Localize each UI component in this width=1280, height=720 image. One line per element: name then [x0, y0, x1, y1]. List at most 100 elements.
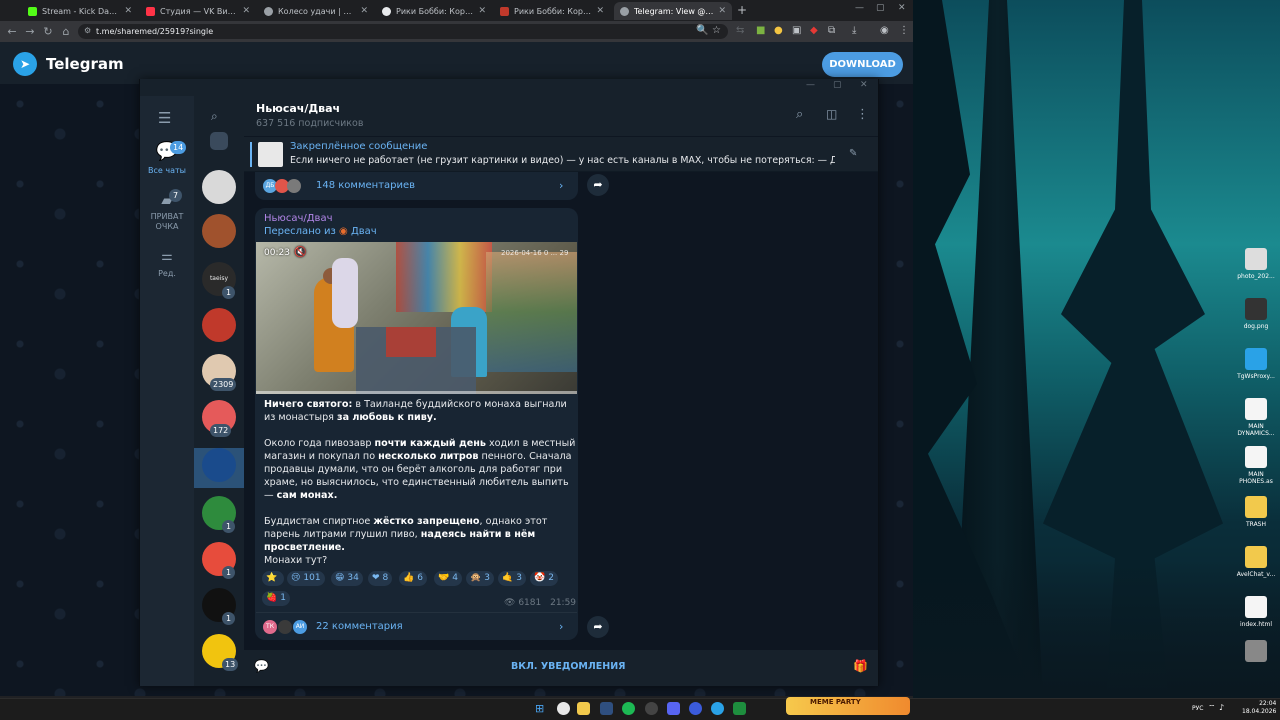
minimize-icon[interactable]: — [806, 80, 815, 90]
desktop-icon[interactable]: MAIN DYNAMICS... [1231, 398, 1280, 437]
reaction-chip[interactable]: 🤡 2 [530, 571, 558, 586]
desktop-icon[interactable]: TRASH [1231, 496, 1280, 528]
chat-avatar[interactable] [202, 214, 236, 248]
close-icon[interactable]: ✕ [242, 6, 250, 16]
extension-icon[interactable]: ⇆ [736, 25, 744, 36]
new-tab-button[interactable]: + [737, 3, 747, 17]
extension-icon[interactable]: ▣ [792, 25, 801, 36]
telegram-plane-icon[interactable]: ➤ [13, 52, 37, 76]
reaction-chip[interactable]: ⭐ [262, 571, 285, 586]
address-bar[interactable]: t.me/sharemed/25919?single [78, 24, 728, 39]
prev-message-footer[interactable] [255, 172, 578, 200]
tab-telegram[interactable]: Telegram: View @sharemed ✕ [614, 2, 732, 20]
reaction-chip[interactable]: 🤝 4 [434, 571, 462, 586]
chat-avatar[interactable] [202, 448, 236, 482]
app-icon[interactable] [733, 702, 746, 715]
comments-link[interactable]: 22 комментария [316, 621, 403, 632]
share-button[interactable]: ➦ [587, 174, 609, 196]
tab-vk[interactable]: Студия — VK Видео Live ✕ [140, 2, 256, 20]
chat-avatar[interactable] [202, 308, 236, 342]
search-icon[interactable]: ⌕ [796, 107, 803, 122]
more-kebab-icon[interactable]: ⋮ [856, 107, 869, 122]
home-icon[interactable]: ⌂ [57, 25, 75, 38]
extension-icon[interactable]: ● [774, 25, 783, 36]
gift-icon[interactable]: 🎁 [853, 659, 868, 673]
unread-badge: 1 [222, 612, 235, 625]
download-icon[interactable]: ⤓ [852, 25, 856, 36]
spotify-icon[interactable] [622, 702, 635, 715]
reaction-chip[interactable]: 🤙 3 [498, 571, 526, 586]
language-indicator[interactable]: РУС [1192, 705, 1203, 712]
desktop-icon[interactable]: dog.png [1231, 298, 1280, 330]
telegram-icon[interactable] [711, 702, 724, 715]
folder-private[interactable]: ▰ ПРИВАТ ОЧКА [140, 190, 194, 232]
forwarded-header[interactable]: Переслано из ◉ Двач [264, 226, 377, 237]
close-icon[interactable]: ✕ [360, 6, 368, 16]
tab-wheel[interactable]: Колесо удачи | Определите ли ✕ [258, 2, 374, 20]
close-window-icon[interactable]: ✕ [898, 3, 906, 13]
enable-notifications-button[interactable]: ВКЛ. УВЕДОМЛЕНИЯ [511, 661, 625, 672]
close-icon[interactable]: ✕ [124, 6, 132, 16]
reaction-chip[interactable]: 🙊 3 [466, 571, 494, 586]
desktop-icon[interactable]: photo_202... [1231, 248, 1280, 280]
hamburger-menu-icon[interactable]: ☰ [158, 109, 171, 127]
steam-icon[interactable] [600, 702, 613, 715]
zoom-icon[interactable]: 🔍 [696, 25, 708, 36]
volume-icon[interactable]: ♪ [1219, 703, 1224, 712]
close-icon[interactable]: ✕ [478, 6, 486, 16]
maximize-icon[interactable]: ▢ [876, 3, 885, 13]
reaction-chip[interactable]: 😁 34 [331, 571, 363, 586]
menu-kebab-icon[interactable]: ⋮ [899, 25, 909, 36]
back-icon[interactable]: ← [3, 25, 21, 38]
archive-icon[interactable] [210, 132, 228, 150]
forward-icon[interactable]: → [21, 25, 39, 38]
discord-icon[interactable] [667, 702, 680, 715]
bookmark-star-icon[interactable]: ☆ [712, 25, 721, 36]
desktop-icon[interactable]: TgWsProxy... [1231, 348, 1280, 380]
reaction-chip[interactable]: ❤ 8 [368, 571, 393, 586]
desktop-icon[interactable]: MAIN PHONES.as [1231, 446, 1280, 485]
pin-list-icon[interactable]: ✎ [849, 148, 857, 159]
chrome-icon[interactable] [557, 702, 570, 715]
close-icon[interactable]: ✕ [596, 6, 604, 16]
reaction-chip[interactable]: 👍 6 [399, 571, 427, 586]
reaction-chip[interactable]: 😢 101 [287, 571, 325, 586]
puzzle-icon[interactable]: ⧉ [828, 25, 835, 36]
tab-kick[interactable]: Stream - Kick Dashboard ✕ [22, 2, 138, 20]
tab-ricky-2[interactable]: Рики Бобби: Король дороги ( ✕ [494, 2, 610, 20]
video-progress-bar[interactable] [256, 391, 577, 394]
chat-avatar[interactable] [202, 170, 236, 204]
desktop-icon[interactable]: AvelChat_v... [1231, 546, 1280, 578]
desktop-icon[interactable]: index.html [1231, 596, 1280, 628]
start-windows-icon[interactable]: ⊞ [535, 702, 544, 715]
clock[interactable]: 22:04 18.04.2026 [1242, 700, 1276, 716]
extension-icon[interactable]: ■ [756, 25, 765, 36]
sidebar-toggle-icon[interactable]: ◫ [826, 107, 837, 121]
close-icon[interactable]: ✕ [860, 80, 868, 90]
reaction-chip[interactable]: 🍓 1 [262, 591, 290, 606]
muted-speaker-icon[interactable]: 🔇 [294, 247, 306, 258]
folder-edit[interactable]: ⚌ Ред. [140, 249, 194, 279]
video-player[interactable]: 00:23 🔇 2026-04-16 0 ... 29 [256, 242, 577, 394]
tab-ricky-1[interactable]: Рики Бобби: Король дороги ( ✕ [376, 2, 492, 20]
reload-icon[interactable]: ↻ [39, 25, 57, 38]
maximize-icon[interactable]: ▢ [833, 80, 842, 90]
site-info-icon[interactable]: ⚙ [84, 26, 91, 35]
download-button[interactable]: DOWNLOAD [822, 52, 903, 77]
extension-icon[interactable]: ◆ [810, 25, 818, 36]
obs-icon[interactable] [645, 702, 658, 715]
share-button[interactable]: ➦ [587, 616, 609, 638]
profile-icon[interactable]: ◉ [880, 25, 889, 36]
sender-name[interactable]: Ньюсач/Двач [264, 213, 332, 224]
search-icon[interactable]: ⌕ [211, 109, 218, 124]
minimize-icon[interactable]: — [855, 3, 864, 13]
discussion-icon[interactable]: 💬 [254, 659, 269, 673]
file-explorer-icon[interactable] [577, 702, 590, 715]
wifi-icon[interactable]: ⌔ [1208, 703, 1216, 713]
app-icon[interactable] [689, 702, 702, 715]
tab-label: Stream - Kick Dashboard [42, 6, 119, 16]
desktop-icon[interactable] [1231, 640, 1280, 665]
meme-party-widget[interactable]: MEME PARTY [786, 697, 910, 715]
comments-link[interactable]: 148 комментариев [316, 180, 415, 191]
close-icon[interactable]: ✕ [718, 6, 726, 16]
